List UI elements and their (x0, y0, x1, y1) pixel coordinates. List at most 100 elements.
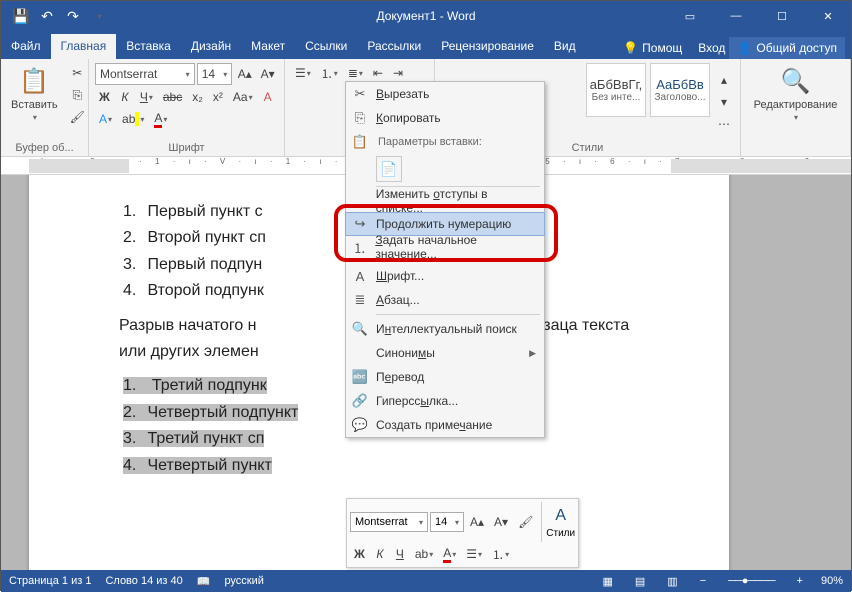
ctx-font[interactable]: AШрифт... (346, 264, 544, 288)
underline-button[interactable]: Ч▾ (136, 87, 157, 107)
qat-dropdown-icon[interactable]: ▾ (87, 4, 111, 28)
undo-icon[interactable]: ↶ (35, 4, 59, 28)
styles-more-icon[interactable]: ⋯ (714, 114, 734, 134)
sign-in[interactable]: Вход (698, 41, 725, 55)
mini-italic[interactable]: К (371, 544, 389, 564)
tab-design[interactable]: Дизайн (181, 34, 241, 59)
paste-button[interactable]: 📋 Вставить ▾ (7, 63, 62, 140)
save-icon[interactable]: 💾 (9, 4, 33, 28)
ctx-adjust-indents[interactable]: Изменить отступы в списке... (346, 189, 544, 213)
ctx-set-start-value[interactable]: ⒈Задать начальное значение... (346, 235, 544, 259)
tab-file[interactable]: Файл (1, 34, 51, 59)
ribbon-options-icon[interactable]: ▭ (667, 1, 713, 31)
status-bar: Страница 1 из 1 Слово 14 из 40 📖 русский… (1, 570, 851, 592)
tab-review[interactable]: Рецензирование (431, 34, 544, 59)
maximize-button[interactable]: ☐ (759, 1, 805, 31)
ctx-hyperlink[interactable]: 🔗Гиперссылка... (346, 389, 544, 413)
tab-home[interactable]: Главная (51, 34, 117, 59)
ctx-new-comment[interactable]: 💬Создать примечание (346, 413, 544, 437)
strike-button[interactable]: abc (159, 87, 186, 107)
mini-font-name[interactable]: Montserrat▾ (350, 512, 428, 532)
change-case-icon[interactable]: Aa▾ (229, 87, 257, 107)
font-size-combo[interactable]: 14▾ (197, 63, 233, 85)
mini-bold[interactable]: Ж (350, 544, 369, 564)
ctx-paragraph[interactable]: ≣Абзац... (346, 288, 544, 312)
styles-down-icon[interactable]: ▾ (714, 92, 734, 112)
zoom-level[interactable]: 90% (821, 575, 843, 587)
redo-icon[interactable]: ↷ (61, 4, 85, 28)
mini-styles-icon[interactable]: A (551, 506, 570, 526)
styles-up-icon[interactable]: ▴ (714, 70, 734, 90)
increase-indent-icon[interactable]: ⇥ (389, 63, 407, 83)
subscript-button[interactable]: x₂ (188, 87, 207, 107)
scissors-icon: ✂ (350, 86, 370, 102)
share-label: Общий доступ (756, 41, 837, 55)
numbering-icon[interactable]: ⒈▾ (317, 63, 342, 83)
paste-label: Вставить (11, 99, 58, 111)
spellcheck-icon[interactable]: 📖 (197, 575, 211, 588)
cut-icon[interactable]: ✂ (66, 63, 89, 83)
ctx-cut[interactable]: ✂Вырезать (346, 82, 544, 106)
find-icon: 🔍 (779, 65, 811, 97)
mini-underline[interactable]: Ч (391, 544, 409, 564)
format-painter-icon[interactable]: 🖌 (66, 107, 89, 127)
grow-font-icon[interactable]: A▴ (234, 64, 255, 84)
minimize-button[interactable]: — (713, 1, 759, 31)
text-effects-icon[interactable]: A▾ (95, 109, 116, 129)
mini-font-color-icon[interactable]: A▾ (439, 544, 460, 564)
tab-insert[interactable]: Вставка (116, 34, 181, 59)
share-button[interactable]: 👤 Общий доступ (729, 37, 845, 59)
mini-font-size[interactable]: 14▾ (430, 512, 464, 532)
ctx-translate[interactable]: 🔤Перевод (346, 365, 544, 389)
comment-icon: 💬 (350, 417, 370, 433)
zoom-out-icon[interactable]: − (696, 575, 710, 587)
copy-icon[interactable]: ⎘ (66, 85, 89, 105)
mini-numbering-icon[interactable]: ⒈▾ (488, 544, 513, 564)
status-page[interactable]: Страница 1 из 1 (9, 575, 91, 587)
group-clipboard-label: Буфер об... (7, 140, 82, 154)
paste-keep-formatting[interactable]: 📄 (376, 156, 402, 182)
status-words[interactable]: Слово 14 из 40 (105, 575, 182, 587)
web-layout-icon[interactable]: ▥ (663, 575, 681, 588)
paragraph-icon: ≣ (350, 292, 370, 308)
shrink-font-icon[interactable]: A▾ (257, 64, 278, 84)
bold-button[interactable]: Ж (95, 87, 114, 107)
close-button[interactable]: ✕ (805, 1, 851, 31)
tell-me[interactable]: Помощ (642, 41, 682, 55)
zoom-in-icon[interactable]: + (793, 575, 807, 587)
style-normal[interactable]: аБбВвГг, Без инте... (586, 63, 646, 117)
decrease-indent-icon[interactable]: ⇤ (369, 63, 387, 83)
multilevel-icon[interactable]: ≣▾ (344, 63, 367, 83)
bullets-icon[interactable]: ☰▾ (291, 63, 315, 83)
style-heading[interactable]: АаБбВв Заголово... (650, 63, 710, 117)
editing-button[interactable]: 🔍 Редактирование ▾ (750, 63, 842, 152)
link-icon: 🔗 (350, 393, 370, 409)
zoom-slider[interactable]: ──●──── (724, 575, 778, 587)
superscript-button[interactable]: x² (209, 87, 227, 107)
status-language[interactable]: русский (224, 575, 263, 587)
mini-grow-font-icon[interactable]: A▴ (466, 512, 488, 532)
mini-shrink-font-icon[interactable]: A▾ (490, 512, 512, 532)
print-layout-icon[interactable]: ▤ (631, 575, 649, 588)
tab-references[interactable]: Ссылки (295, 34, 357, 59)
number-icon: ⒈ (350, 238, 369, 257)
italic-button[interactable]: К (116, 87, 134, 107)
ctx-smart-lookup[interactable]: 🔍Интеллектуальный поиск (346, 317, 544, 341)
mini-format-painter-icon[interactable]: 🖌 (514, 512, 537, 532)
font-color-icon[interactable]: A▾ (150, 109, 171, 129)
mini-highlight-icon[interactable]: ab⁠▾ (411, 544, 437, 564)
highlight-icon[interactable]: ab⁠▾ (118, 109, 148, 129)
ctx-synonyms[interactable]: Синонимы▶ (346, 341, 544, 365)
font-name-combo[interactable]: Montserrat▾ (95, 63, 195, 85)
read-mode-icon[interactable]: ▦ (598, 575, 616, 588)
mini-bullets-icon[interactable]: ☰▾ (462, 544, 486, 564)
list-item[interactable]: 4. Четвертый пункт (119, 453, 659, 479)
ctx-copy[interactable]: ⎘Копировать (346, 106, 544, 130)
tell-me-icon: 💡 (623, 41, 638, 55)
context-menu: ✂Вырезать ⎘Копировать 📋Параметры вставки… (345, 81, 545, 438)
tab-layout[interactable]: Макет (241, 34, 295, 59)
window-title: Документ1 - Word (376, 9, 475, 23)
tab-mailings[interactable]: Рассылки (357, 34, 431, 59)
tab-view[interactable]: Вид (544, 34, 586, 59)
clear-format-icon[interactable]: A (259, 87, 277, 107)
